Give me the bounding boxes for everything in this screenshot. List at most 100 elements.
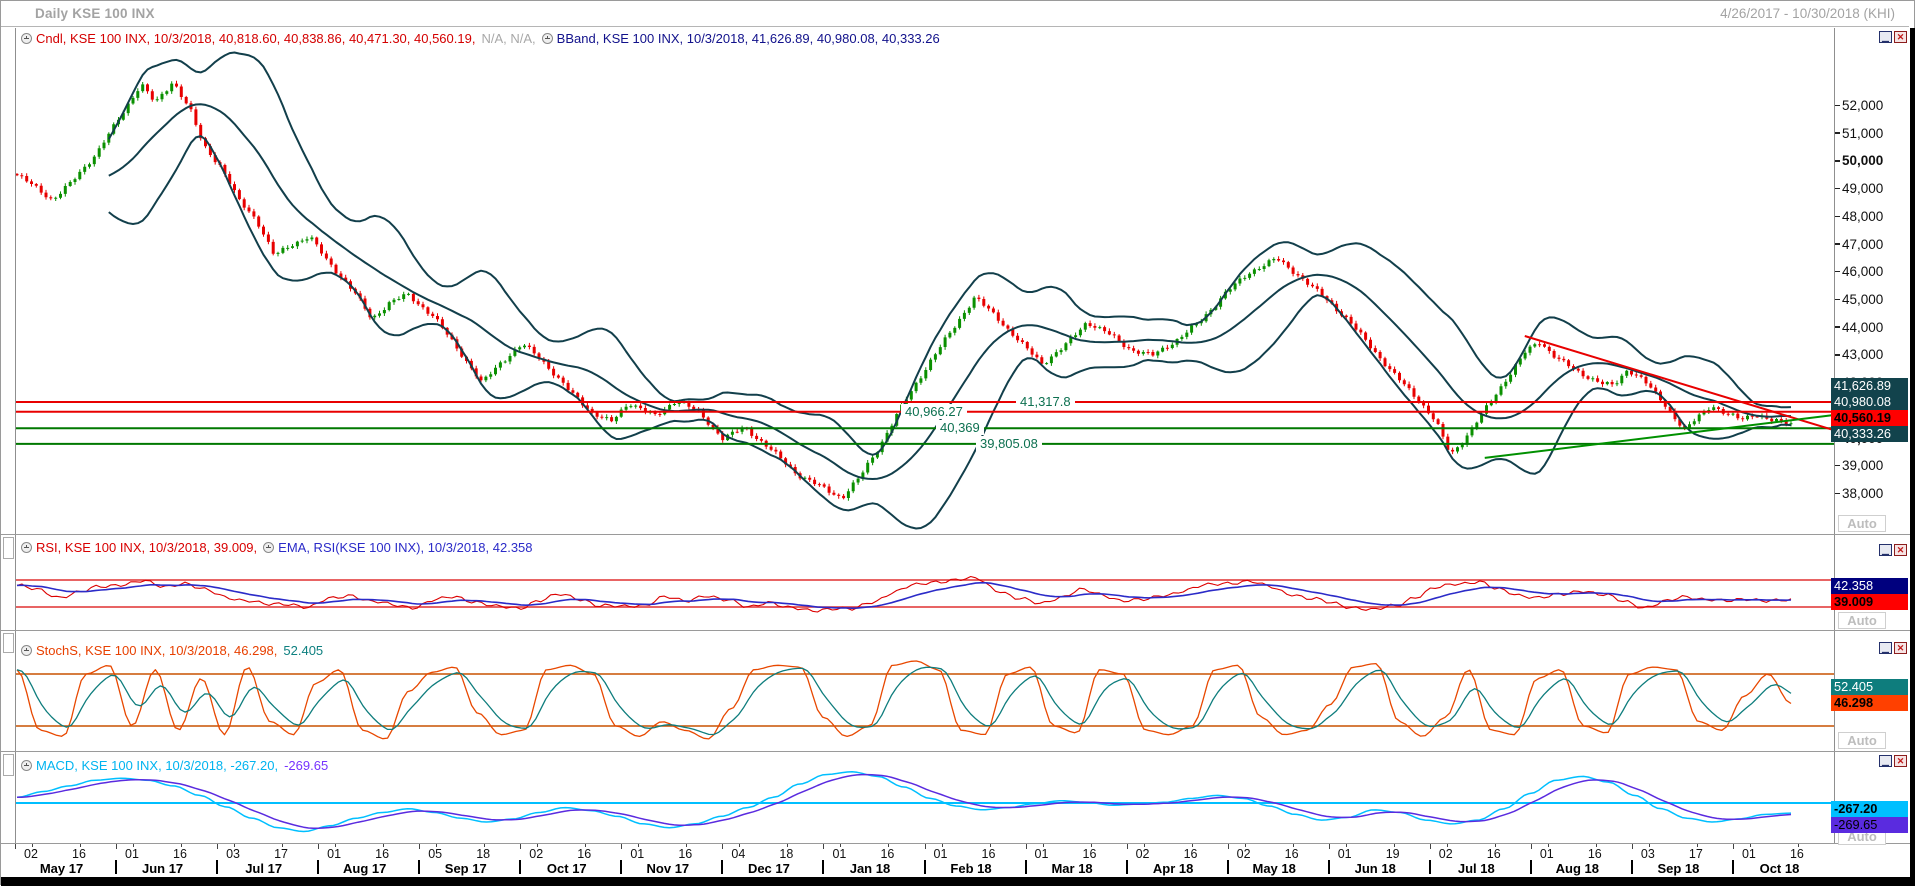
macd-legend-item[interactable]: MACD, KSE 100 INX, 10/3/2018, -267.20, bbox=[36, 758, 278, 773]
price-tick-label: 47,000 bbox=[1834, 237, 1883, 252]
stoch-auto-scale-button[interactable]: Auto bbox=[1838, 732, 1886, 749]
macd-value-box: -267.20 bbox=[1831, 801, 1908, 817]
price-tick-label: 46,000 bbox=[1834, 264, 1883, 279]
day-label: 01 bbox=[1338, 847, 1352, 861]
day-label: 01 bbox=[1540, 847, 1554, 861]
price-panel-legend: Cndl, KSE 100 INX, 10/3/2018, 40,818.60,… bbox=[21, 31, 946, 51]
legend-collapse-icon[interactable] bbox=[542, 33, 553, 44]
day-label: 01 bbox=[1035, 847, 1049, 861]
price-legend-item[interactable]: N/A, N/A, bbox=[481, 31, 535, 46]
legend-collapse-icon[interactable] bbox=[21, 760, 32, 771]
date-range-label: 4/26/2017 - 10/30/2018 (KHI) bbox=[1720, 6, 1895, 21]
price-tick-label: 52,000 bbox=[1834, 98, 1883, 113]
price-auto-scale-button[interactable]: Auto bbox=[1838, 515, 1886, 532]
rsi-legend-item[interactable]: EMA, RSI(KSE 100 INX), 10/3/2018, 42.358 bbox=[278, 540, 532, 555]
day-label: 02 bbox=[1136, 847, 1150, 861]
day-label: 16 bbox=[678, 847, 692, 861]
stoch-panel-controls: ▁✕ bbox=[1879, 642, 1907, 654]
chart-application-window: { "window": { "title": "Daily KSE 100 IN… bbox=[0, 0, 1915, 885]
month-label: Dec 17 bbox=[722, 861, 815, 876]
candle-bodies-down bbox=[16, 84, 1788, 499]
price-tick-label: 45,000 bbox=[1834, 292, 1883, 307]
stoch-value-box: 52.405 bbox=[1831, 679, 1908, 695]
panel-drag-handle[interactable] bbox=[3, 537, 14, 559]
day-label: 16 bbox=[375, 847, 389, 861]
macd-legend-item[interactable]: -269.65 bbox=[284, 758, 328, 773]
price-legend-item[interactable]: Cndl, KSE 100 INX, 10/3/2018, 40,818.60,… bbox=[36, 31, 475, 46]
month-label: May 17 bbox=[15, 861, 108, 876]
minimize-panel-icon[interactable]: ▁ bbox=[1879, 31, 1892, 43]
legend-collapse-icon[interactable] bbox=[21, 645, 32, 656]
panel-border bbox=[15, 28, 16, 843]
month-label: Jun 17 bbox=[116, 861, 209, 876]
rsi-panel-legend: RSI, KSE 100 INX, 10/3/2018, 39.009, EMA,… bbox=[21, 540, 539, 560]
month-label: Jul 18 bbox=[1430, 861, 1523, 876]
day-label: 17 bbox=[1689, 847, 1703, 861]
stoch-legend-item[interactable]: 52.405 bbox=[283, 643, 323, 658]
legend-collapse-icon[interactable] bbox=[21, 542, 32, 553]
rsi-value-box: 42.358 bbox=[1831, 578, 1908, 594]
panel-drag-handle[interactable] bbox=[3, 633, 14, 653]
day-label: 16 bbox=[173, 847, 187, 861]
macd-panel-controls: ▁✕ bbox=[1879, 755, 1907, 767]
chart-canvas[interactable] bbox=[1, 1, 1915, 886]
price-value-box: 40,980.08 bbox=[1831, 394, 1908, 410]
price-tick-label: 43,000 bbox=[1834, 347, 1883, 362]
month-label: Aug 18 bbox=[1531, 861, 1624, 876]
day-label: 16 bbox=[1588, 847, 1602, 861]
day-label: 04 bbox=[731, 847, 745, 861]
minimize-panel-icon[interactable]: ▁ bbox=[1879, 544, 1892, 556]
stoch-panel-legend: StochS, KSE 100 INX, 10/3/2018, 46.298, 5… bbox=[21, 643, 329, 663]
rsi-auto-scale-button[interactable]: Auto bbox=[1838, 612, 1886, 629]
price-value-box: 41,626.89 bbox=[1831, 378, 1908, 394]
day-label: 16 bbox=[1184, 847, 1198, 861]
month-label: Mar 18 bbox=[1026, 861, 1119, 876]
day-label: 16 bbox=[1790, 847, 1804, 861]
stoch-legend-item[interactable]: StochS, KSE 100 INX, 10/3/2018, 46.298, bbox=[36, 643, 277, 658]
day-label: 16 bbox=[1285, 847, 1299, 861]
window-right-border bbox=[1910, 28, 1915, 886]
day-label: 16 bbox=[1083, 847, 1097, 861]
day-label: 02 bbox=[1237, 847, 1251, 861]
month-label: Feb 18 bbox=[925, 861, 1018, 876]
close-panel-icon[interactable]: ✕ bbox=[1894, 544, 1907, 556]
price-tick-label: 49,000 bbox=[1834, 181, 1883, 196]
price-value-box: 40,333.26 bbox=[1831, 426, 1908, 442]
panel-drag-handle[interactable] bbox=[3, 754, 14, 776]
price-tick-label: 50,000 bbox=[1834, 153, 1883, 168]
month-label: Aug 17 bbox=[318, 861, 411, 876]
green-trendline[interactable] bbox=[1485, 415, 1834, 458]
macd-panel-legend: MACD, KSE 100 INX, 10/3/2018, -267.20, -2… bbox=[21, 758, 334, 778]
day-label: 03 bbox=[226, 847, 240, 861]
day-label: 01 bbox=[630, 847, 644, 861]
day-label: 16 bbox=[72, 847, 86, 861]
day-label: 16 bbox=[577, 847, 591, 861]
price-tick-label: 39,000 bbox=[1834, 458, 1883, 473]
candle-bodies-up bbox=[54, 84, 1792, 498]
month-label: Jan 18 bbox=[823, 861, 916, 876]
day-label: 17 bbox=[274, 847, 288, 861]
macd-value-box: -269.65 bbox=[1831, 817, 1908, 833]
close-panel-icon[interactable]: ✕ bbox=[1894, 755, 1907, 767]
support-resistance-label: 41,317.8 bbox=[1016, 394, 1075, 409]
minimize-panel-icon[interactable]: ▁ bbox=[1879, 642, 1892, 654]
legend-collapse-icon[interactable] bbox=[263, 542, 274, 553]
panel-separator bbox=[1, 630, 1910, 631]
price-legend-item[interactable]: BBand, KSE 100 INX, 10/3/2018, 41,626.89… bbox=[557, 31, 940, 46]
rsi-value-box: 39.009 bbox=[1831, 594, 1908, 610]
macd-signal-line bbox=[17, 775, 1791, 829]
month-label: Jul 17 bbox=[217, 861, 310, 876]
candle-wicks-up bbox=[56, 81, 1791, 500]
price-panel-controls: ▁✕ bbox=[1879, 31, 1907, 43]
month-label: Nov 17 bbox=[621, 861, 714, 876]
minimize-panel-icon[interactable]: ▁ bbox=[1879, 755, 1892, 767]
close-panel-icon[interactable]: ✕ bbox=[1894, 31, 1907, 43]
price-tick-label: 51,000 bbox=[1834, 126, 1883, 141]
window-title: Daily KSE 100 INX bbox=[35, 6, 155, 21]
close-panel-icon[interactable]: ✕ bbox=[1894, 642, 1907, 654]
stoch-value-box: 46.298 bbox=[1831, 695, 1908, 711]
price-tick-label: 48,000 bbox=[1834, 209, 1883, 224]
legend-collapse-icon[interactable] bbox=[21, 33, 32, 44]
title-bar: Daily KSE 100 INX 4/26/2017 - 10/30/2018… bbox=[1, 1, 1909, 27]
rsi-legend-item[interactable]: RSI, KSE 100 INX, 10/3/2018, 39.009, bbox=[36, 540, 257, 555]
